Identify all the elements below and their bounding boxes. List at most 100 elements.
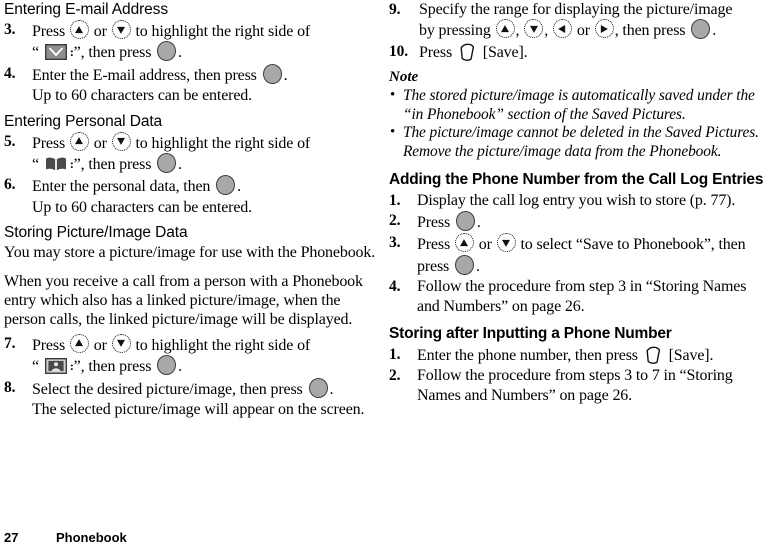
- paragraph-linked-picture: When you receive a call from a person wi…: [4, 272, 363, 329]
- step-number: 2.: [389, 212, 401, 229]
- center-key-icon: [455, 254, 474, 275]
- step-5: 5. Press or to highlight the right side …: [4, 131, 384, 175]
- period: .: [329, 380, 334, 398]
- step-text-before: Press: [32, 134, 66, 152]
- dpad-up-icon: [69, 333, 89, 353]
- step-text: Display the call log entry you wish to s…: [417, 191, 736, 209]
- step-line2-after: then press: [88, 358, 152, 376]
- step-or: or: [478, 236, 492, 254]
- calllog-step-4: 4. Follow the procedure from step 3 in “…: [389, 277, 769, 316]
- center-key-icon: [157, 355, 177, 376]
- center-key-icon: [157, 41, 177, 62]
- comma-2: ,: [544, 22, 549, 40]
- open-quote: “: [32, 358, 39, 376]
- step-8: 8. Select the desired picture/image, the…: [4, 377, 384, 399]
- heading-entering-personal-data: Entering Personal Data: [4, 112, 163, 130]
- dpad-up-icon: [69, 20, 89, 39]
- step-number: 3.: [389, 234, 401, 252]
- step-line2-before: by pressing: [419, 22, 491, 40]
- step-line2-after: , then press: [614, 22, 686, 40]
- step-9: 9. Specify the range for displaying the …: [389, 0, 769, 41]
- step-number: 4.: [389, 278, 401, 296]
- right-column: 9. Specify the range for displaying the …: [389, 0, 769, 406]
- note-item: • The stored picture/image is automatica…: [389, 87, 769, 124]
- bullet-dot: •: [390, 124, 396, 141]
- period: .: [476, 257, 480, 275]
- paragraph-store-picture: You may store a picture/image for use wi…: [4, 244, 376, 262]
- page-footer: 27 Phonebook: [4, 530, 774, 546]
- open-quote: “: [32, 156, 39, 174]
- step-text: Follow the procedure from step 3 in “Sto…: [417, 278, 747, 315]
- step-4-note: Up to 60 characters can be entered.: [32, 87, 252, 105]
- period: .: [178, 44, 182, 62]
- step-text-after: to highlight the right side of: [135, 336, 311, 354]
- close-quote: ”,: [73, 358, 85, 376]
- dpad-left-icon: [552, 19, 572, 39]
- step-number: 5.: [4, 132, 16, 150]
- dpad-down-icon: [111, 131, 131, 151]
- step-number: 8.: [4, 378, 16, 396]
- left-soft-key-icon: [646, 346, 660, 364]
- note-heading: Note: [389, 69, 419, 86]
- dpad-right-icon: [594, 19, 614, 39]
- envelope-icon: [44, 44, 67, 61]
- close-quote: ”,: [73, 156, 85, 174]
- center-key-icon: [455, 211, 475, 231]
- dpad-down-icon: [496, 233, 516, 253]
- step-text-after: to select “Save to Phonebook”, then: [520, 236, 746, 254]
- inputting-step-1: 1. Enter the phone number, then press [S…: [389, 345, 769, 365]
- step-text-before: Press: [419, 43, 453, 61]
- note-list: • The stored picture/image is automatica…: [389, 87, 769, 161]
- period: .: [178, 156, 182, 174]
- step-line2-after: then press: [88, 44, 152, 62]
- step-10: 10. Press [Save].: [389, 42, 769, 62]
- note-text: The picture/image cannot be deleted in t…: [403, 124, 759, 160]
- step-text-after: to highlight the right side of: [135, 23, 311, 40]
- step-6: 6. Enter the personal data, then .: [4, 175, 384, 196]
- step-text: Select the desired picture/image, then p…: [32, 380, 303, 398]
- step-number: 1.: [389, 346, 401, 364]
- dpad-down-icon: [111, 333, 131, 353]
- heading-adding-phone-number-call-log: Adding the Phone Number from the Call Lo…: [389, 170, 764, 188]
- comma-1: ,: [515, 22, 520, 40]
- step-number: 4.: [4, 64, 16, 82]
- step-or: or: [93, 23, 107, 40]
- step-or: or: [93, 134, 107, 152]
- step-or: or: [93, 336, 107, 354]
- period: .: [476, 214, 481, 231]
- step-text-before: Press: [417, 236, 451, 254]
- period: .: [712, 22, 717, 40]
- step-number: 7.: [4, 334, 16, 352]
- picture-icon: [44, 358, 67, 375]
- dpad-up-icon: [495, 19, 515, 39]
- step-text-before: Enter the phone number, then press: [417, 347, 638, 365]
- dpad-up-icon: [454, 233, 474, 253]
- step-number: 2.: [389, 367, 401, 385]
- step-line2-after: then press: [88, 156, 152, 174]
- step-number: 9.: [389, 1, 401, 18]
- center-key-icon: [262, 63, 282, 84]
- calllog-step-1: 1. Display the call log entry you wish t…: [389, 191, 769, 210]
- bullet-dot: •: [390, 87, 396, 104]
- open-quote: “: [32, 44, 39, 62]
- note-text: The stored picture/image is automaticall…: [403, 87, 755, 123]
- footer-page-number: 27: [4, 530, 19, 545]
- step-or: or: [576, 22, 590, 40]
- step-number: 3.: [4, 21, 16, 38]
- step-line2: press: [417, 257, 450, 275]
- note-item: • The picture/image cannot be deleted in…: [389, 124, 769, 161]
- left-column: Entering E-mail Address 3. Press or to h…: [4, 0, 384, 421]
- calllog-step-3: 3. Press or to select “Save to Phonebook…: [389, 233, 769, 276]
- footer-section-title: Phonebook: [56, 530, 127, 545]
- step-line1: Specify the range for displaying the pic…: [419, 1, 733, 18]
- softkey-label: [Save].: [482, 43, 528, 61]
- step-text: Enter the personal data, then: [32, 178, 211, 196]
- phonebook-icon: [45, 157, 66, 171]
- step-text: Press: [417, 214, 451, 231]
- step-4: 4. Enter the E-mail address, then press …: [4, 63, 384, 85]
- step-7: 7. Press or to highlight the right side …: [4, 333, 384, 377]
- period: .: [237, 178, 241, 196]
- step-6-note: Up to 60 characters can be entered.: [32, 198, 252, 216]
- period: .: [178, 358, 182, 376]
- heading-storing-after-inputting: Storing after Inputting a Phone Number: [389, 325, 672, 343]
